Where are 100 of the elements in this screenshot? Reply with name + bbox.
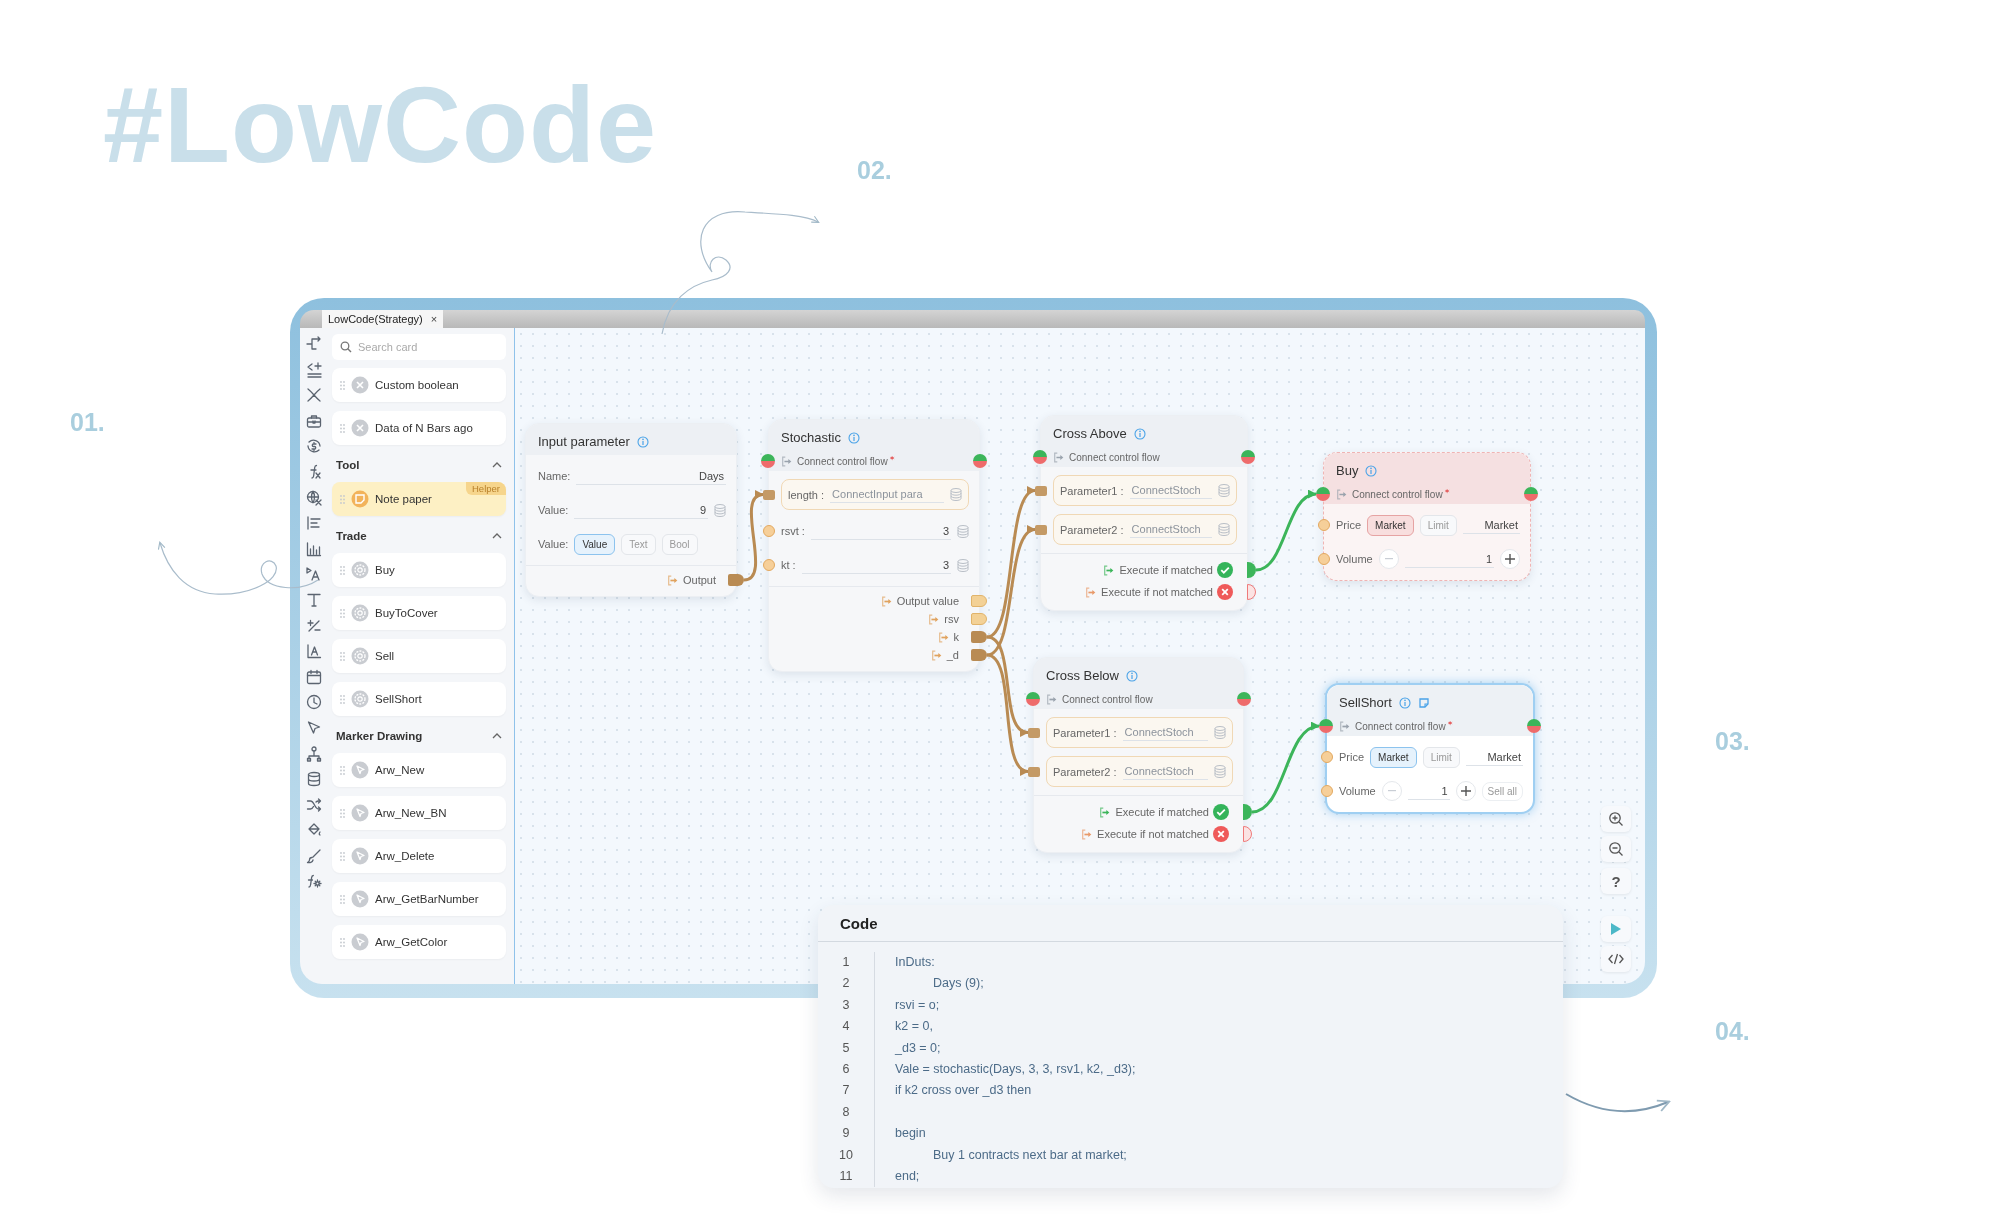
- drag-handle-icon[interactable]: [340, 608, 345, 618]
- flow-port[interactable]: [1319, 719, 1333, 733]
- plus-button[interactable]: [1500, 549, 1520, 569]
- drag-handle-icon[interactable]: [340, 851, 345, 861]
- palette-card[interactable]: Data of N Bars ago: [332, 411, 506, 445]
- bar-chart-icon[interactable]: [306, 540, 322, 557]
- output-port[interactable]: [1243, 826, 1252, 842]
- input-port[interactable]: [1321, 751, 1333, 763]
- toolbox-icon[interactable]: [306, 412, 322, 429]
- flow-port[interactable]: [1527, 719, 1541, 733]
- output-port[interactable]: [1247, 584, 1256, 600]
- input-port[interactable]: [1028, 766, 1040, 777]
- cross-icon[interactable]: [306, 387, 322, 404]
- plus-button[interactable]: [1455, 781, 1476, 801]
- compare-icon[interactable]: [306, 361, 322, 378]
- drag-handle-icon[interactable]: [340, 694, 345, 704]
- drag-handle-icon[interactable]: [340, 937, 345, 947]
- palette-card[interactable]: SellShort: [332, 682, 506, 716]
- note-icon[interactable]: [1417, 696, 1430, 709]
- database-icon[interactable]: [306, 771, 322, 788]
- flow-port[interactable]: [1026, 692, 1040, 706]
- flow-port[interactable]: [973, 454, 987, 468]
- zoom-out-button[interactable]: [1601, 836, 1631, 862]
- info-icon[interactable]: [1365, 464, 1378, 477]
- globe-x-icon[interactable]: [306, 489, 322, 506]
- brush-icon[interactable]: [306, 847, 322, 864]
- output-port[interactable]: [971, 631, 987, 643]
- input-field[interactable]: 9: [574, 501, 708, 519]
- function-settings-icon[interactable]: [306, 873, 322, 890]
- input-field[interactable]: 1: [1404, 550, 1494, 568]
- text-cursor-icon[interactable]: [306, 566, 322, 583]
- percent-icon[interactable]: [306, 617, 322, 634]
- palette-card[interactable]: Custom boolean: [332, 368, 506, 402]
- palette-card[interactable]: Arw_GetColor: [332, 925, 506, 959]
- input-port[interactable]: [1318, 553, 1330, 565]
- drag-handle-icon[interactable]: [340, 808, 345, 818]
- drag-handle-icon[interactable]: [340, 380, 345, 390]
- drag-handle-icon[interactable]: [340, 765, 345, 775]
- chevron-up-icon[interactable]: [492, 462, 502, 468]
- branch-icon[interactable]: [306, 336, 322, 352]
- output-port[interactable]: [971, 649, 987, 661]
- palette-card[interactable]: BuyToCover: [332, 596, 506, 630]
- drag-handle-icon[interactable]: [340, 494, 345, 504]
- flow-port[interactable]: [761, 454, 775, 468]
- option-button[interactable]: Market: [1367, 514, 1414, 536]
- hierarchy-icon[interactable]: [306, 745, 322, 762]
- input-port[interactable]: [1035, 524, 1047, 535]
- chevron-up-icon[interactable]: [492, 733, 502, 739]
- flow-port[interactable]: [1237, 692, 1251, 706]
- clock-icon[interactable]: [306, 694, 322, 711]
- drag-handle-icon[interactable]: [340, 423, 345, 433]
- flow-port[interactable]: [1241, 450, 1255, 464]
- input-port[interactable]: [763, 559, 775, 571]
- palette-card[interactable]: Arw_New_BN: [332, 796, 506, 830]
- palette-card[interactable]: Note paper Helper: [332, 482, 506, 516]
- palette-card[interactable]: Arw_New: [332, 753, 506, 787]
- calendar-icon[interactable]: [306, 668, 322, 685]
- input-port[interactable]: [763, 525, 775, 537]
- input-field[interactable]: 3: [810, 522, 951, 540]
- input-port[interactable]: [763, 489, 775, 500]
- info-icon[interactable]: [848, 431, 860, 444]
- input-field[interactable]: 3: [801, 556, 951, 574]
- input-field[interactable]: Market: [1465, 748, 1523, 766]
- input-field[interactable]: Days: [576, 467, 726, 485]
- palette-card[interactable]: Buy: [332, 553, 506, 587]
- palette-card[interactable]: Sell: [332, 639, 506, 673]
- code-button[interactable]: [1601, 946, 1631, 972]
- close-button[interactable]: ×: [430, 313, 438, 325]
- chevron-up-icon[interactable]: [492, 533, 502, 539]
- info-icon[interactable]: [1125, 669, 1138, 682]
- help-button[interactable]: ?: [1601, 868, 1631, 894]
- flow-port[interactable]: [1316, 487, 1330, 501]
- input-port[interactable]: [1321, 785, 1333, 797]
- palette-card[interactable]: Arw_GetBarNumber: [332, 882, 506, 916]
- flow-port[interactable]: [1033, 450, 1047, 464]
- shuffle-icon[interactable]: [306, 796, 322, 813]
- palette-card[interactable]: Arw_Delete: [332, 839, 506, 873]
- info-icon[interactable]: [1133, 427, 1146, 440]
- zoom-in-button[interactable]: [1601, 806, 1631, 832]
- pointer-icon[interactable]: [306, 719, 322, 736]
- output-port[interactable]: [971, 595, 987, 607]
- info-icon[interactable]: [636, 435, 649, 448]
- input-field[interactable]: 1: [1407, 782, 1450, 800]
- editor-tab[interactable]: LowCode(Strategy) ×: [322, 310, 444, 328]
- search-field[interactable]: Search card: [332, 334, 506, 360]
- output-port[interactable]: [1243, 804, 1252, 820]
- dollar-cycle-icon[interactable]: [306, 438, 322, 455]
- flow-port[interactable]: [1524, 487, 1538, 501]
- drag-handle-icon[interactable]: [340, 651, 345, 661]
- align-icon[interactable]: [306, 515, 322, 532]
- text-icon[interactable]: [306, 591, 322, 608]
- info-icon[interactable]: [1398, 696, 1411, 709]
- input-field[interactable]: Market: [1462, 516, 1520, 534]
- option-button[interactable]: Market: [1370, 746, 1417, 768]
- output-port[interactable]: [1247, 562, 1256, 578]
- output-port[interactable]: [971, 613, 987, 625]
- chart-label-icon[interactable]: [306, 643, 322, 660]
- drag-handle-icon[interactable]: [340, 894, 345, 904]
- output-port[interactable]: [728, 574, 744, 586]
- drag-handle-icon[interactable]: [340, 565, 345, 575]
